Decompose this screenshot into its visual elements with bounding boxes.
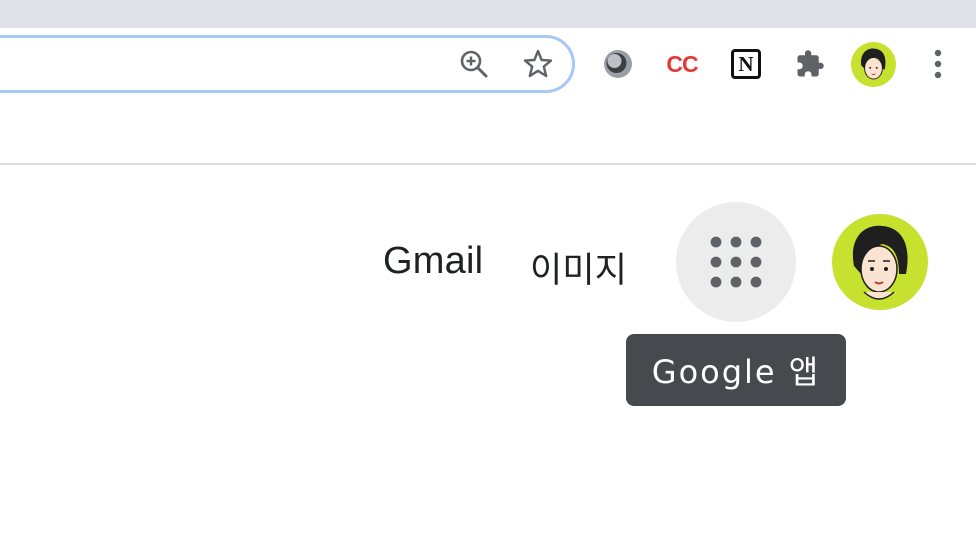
- cc-extension-icon[interactable]: CC: [662, 44, 702, 84]
- notion-extension-label: N: [738, 51, 754, 76]
- apps-tooltip: Google 앱: [626, 334, 846, 406]
- account-avatar[interactable]: [832, 214, 928, 310]
- cc-extension-label: CC: [666, 50, 698, 77]
- apps-tooltip-text: Google 앱: [651, 353, 821, 391]
- toolbar-divider: [0, 163, 976, 165]
- more-vertical-icon[interactable]: [918, 44, 958, 84]
- profile-avatar[interactable]: [851, 42, 896, 87]
- apps-grid-icon: [710, 236, 762, 288]
- gmail-link[interactable]: Gmail: [383, 240, 483, 283]
- bookmark-star-icon[interactable]: [522, 48, 554, 80]
- tab-strip: [0, 0, 976, 28]
- circle-extension-icon[interactable]: [598, 44, 638, 84]
- apps-grid-button[interactable]: [676, 202, 796, 322]
- zoom-in-icon[interactable]: [458, 48, 490, 80]
- notion-logo: N: [731, 49, 761, 79]
- notion-extension-icon[interactable]: N: [726, 44, 766, 84]
- images-link[interactable]: 이미지: [530, 242, 627, 293]
- puzzle-extensions-icon[interactable]: [790, 44, 830, 84]
- bookmarks-area: [0, 100, 976, 164]
